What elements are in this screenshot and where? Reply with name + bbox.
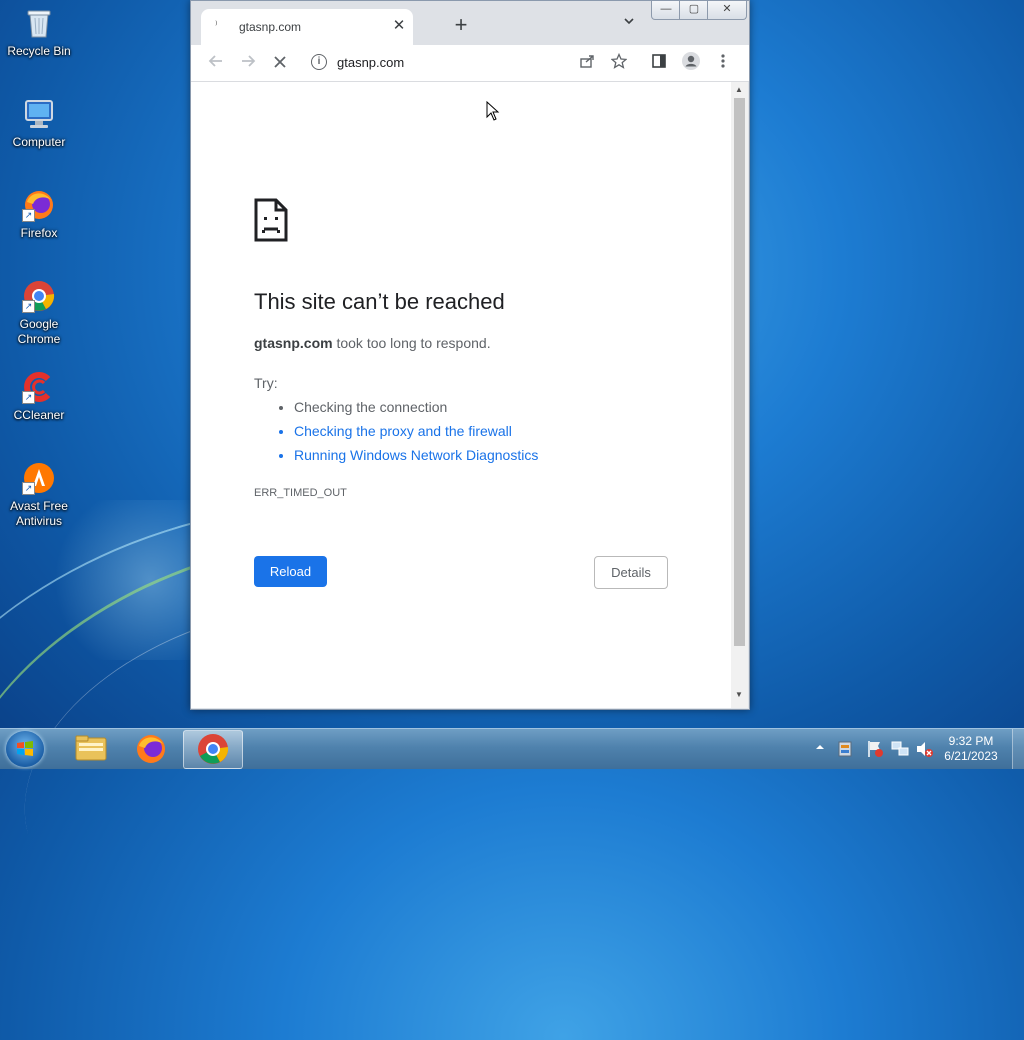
taskbar: 9:32 PM 6/21/2023 [0,728,1024,769]
suggestion-link-proxy-firewall[interactable]: Checking the proxy and the firewall [294,419,538,443]
vertical-scrollbar[interactable]: ▲ ▼ [731,82,748,708]
page-content: This site can’t be reached gtasnp.com to… [191,82,731,708]
error-description: gtasnp.com took too long to respond. [254,335,491,351]
desktop-icon-label: Computer [12,135,66,149]
show-desktop-button[interactable] [1012,729,1024,769]
error-domain: gtasnp.com [254,335,333,351]
action-center-flag-icon[interactable] [866,739,884,762]
taskbar-explorer[interactable] [62,730,120,767]
desktop-icon-label: Google Chrome [17,317,61,346]
stop-loading-icon[interactable] [268,51,292,75]
computer-icon [22,97,56,131]
tab-title: gtasnp.com [239,20,302,34]
suggestion-check-connection: Checking the connection [294,395,538,419]
shortcut-arrow-icon: ↗ [22,482,35,495]
menu-kebab-icon[interactable] [711,51,735,75]
try-label: Try: [254,375,278,391]
tray-app-icon[interactable] [836,739,854,762]
network-icon[interactable] [890,739,910,762]
taskbar-firefox[interactable] [122,730,180,767]
folder-icon [75,735,107,761]
shortcut-arrow-icon: ↗ [22,391,35,404]
loading-spinner-icon: ⁾ [215,20,218,31]
sad-page-icon [254,198,288,242]
minimize-button[interactable]: — [651,1,681,20]
clock-time: 9:32 PM [948,734,994,748]
details-button[interactable]: Details [594,556,668,589]
taskbar-chrome[interactable] [183,730,243,769]
desktop-icon-label: Recycle Bin [7,44,71,58]
address-bar[interactable]: i gtasnp.com [303,49,603,77]
new-tab-button[interactable]: + [449,14,473,38]
forward-arrow-icon[interactable] [236,51,260,75]
firefox-icon [137,735,165,763]
site-info-icon[interactable]: i [311,54,327,70]
recycle-bin-icon [22,6,56,40]
avast-icon: ↗ [22,461,56,495]
volume-muted-icon[interactable] [914,739,934,762]
back-arrow-icon[interactable] [204,51,228,75]
chrome-window: ⁾ gtasnp.com ✕ + — ▢ ✕ i gtasnp.com This… [190,0,750,710]
tab-strip: ⁾ gtasnp.com ✕ + — ▢ ✕ [191,1,749,45]
shortcut-arrow-icon: ↗ [22,300,35,313]
system-clock[interactable]: 9:32 PM 6/21/2023 [940,734,1002,764]
desktop-icon-label: Avast Free Antivirus [10,499,68,528]
maximize-button[interactable]: ▢ [679,1,709,20]
desktop-icon-firefox[interactable]: ↗ Firefox [4,188,74,241]
page-title: This site can’t be reached [254,289,505,314]
ccleaner-icon: ↗ [22,370,56,404]
windows-logo-icon [17,741,33,756]
mouse-cursor-icon [486,100,500,121]
desktop-icon-avast[interactable]: ↗ Avast Free Antivirus [4,461,74,529]
suggestion-link-network-diagnostics[interactable]: Running Windows Network Diagnostics [294,443,538,467]
shortcut-arrow-icon: ↗ [22,209,35,222]
profile-avatar-icon[interactable] [679,51,703,75]
start-button[interactable] [6,731,44,767]
desktop-icon-ccleaner[interactable]: ↗ CCleaner [4,370,74,423]
chrome-icon [198,734,229,764]
chrome-icon: ↗ [22,279,56,313]
tab-close-icon[interactable]: ✕ [389,16,409,36]
scroll-up-arrow-icon[interactable]: ▲ [735,85,743,94]
share-icon[interactable] [575,51,599,75]
close-window-button[interactable]: ✕ [707,1,747,20]
clock-date: 6/21/2023 [944,749,998,763]
tray-overflow-arrow-icon[interactable] [814,741,826,756]
error-description-text: took too long to respond. [332,335,491,351]
scroll-down-arrow-icon[interactable]: ▼ [735,690,743,699]
desktop-icon-label: Firefox [20,226,58,240]
tab-active[interactable]: ⁾ gtasnp.com ✕ [201,9,413,45]
tab-search-chevron-icon[interactable] [619,15,639,35]
error-code: ERR_TIMED_OUT [254,487,347,499]
desktop-icon-google-chrome[interactable]: ↗ Google Chrome [4,279,74,347]
suggestions-list: Checking the connection Checking the pro… [274,395,538,467]
desktop-icon-recycle-bin[interactable]: Recycle Bin [4,6,74,59]
scrollbar-thumb[interactable] [734,98,745,646]
side-panel-icon[interactable] [647,51,671,75]
browser-toolbar: i gtasnp.com [191,45,749,82]
desktop-icon-label: CCleaner [13,408,65,422]
reload-button[interactable]: Reload [254,556,327,587]
firefox-icon: ↗ [22,188,56,222]
address-text: gtasnp.com [337,55,405,70]
desktop-icon-computer[interactable]: Computer [4,97,74,150]
bookmark-star-icon[interactable] [607,51,631,75]
